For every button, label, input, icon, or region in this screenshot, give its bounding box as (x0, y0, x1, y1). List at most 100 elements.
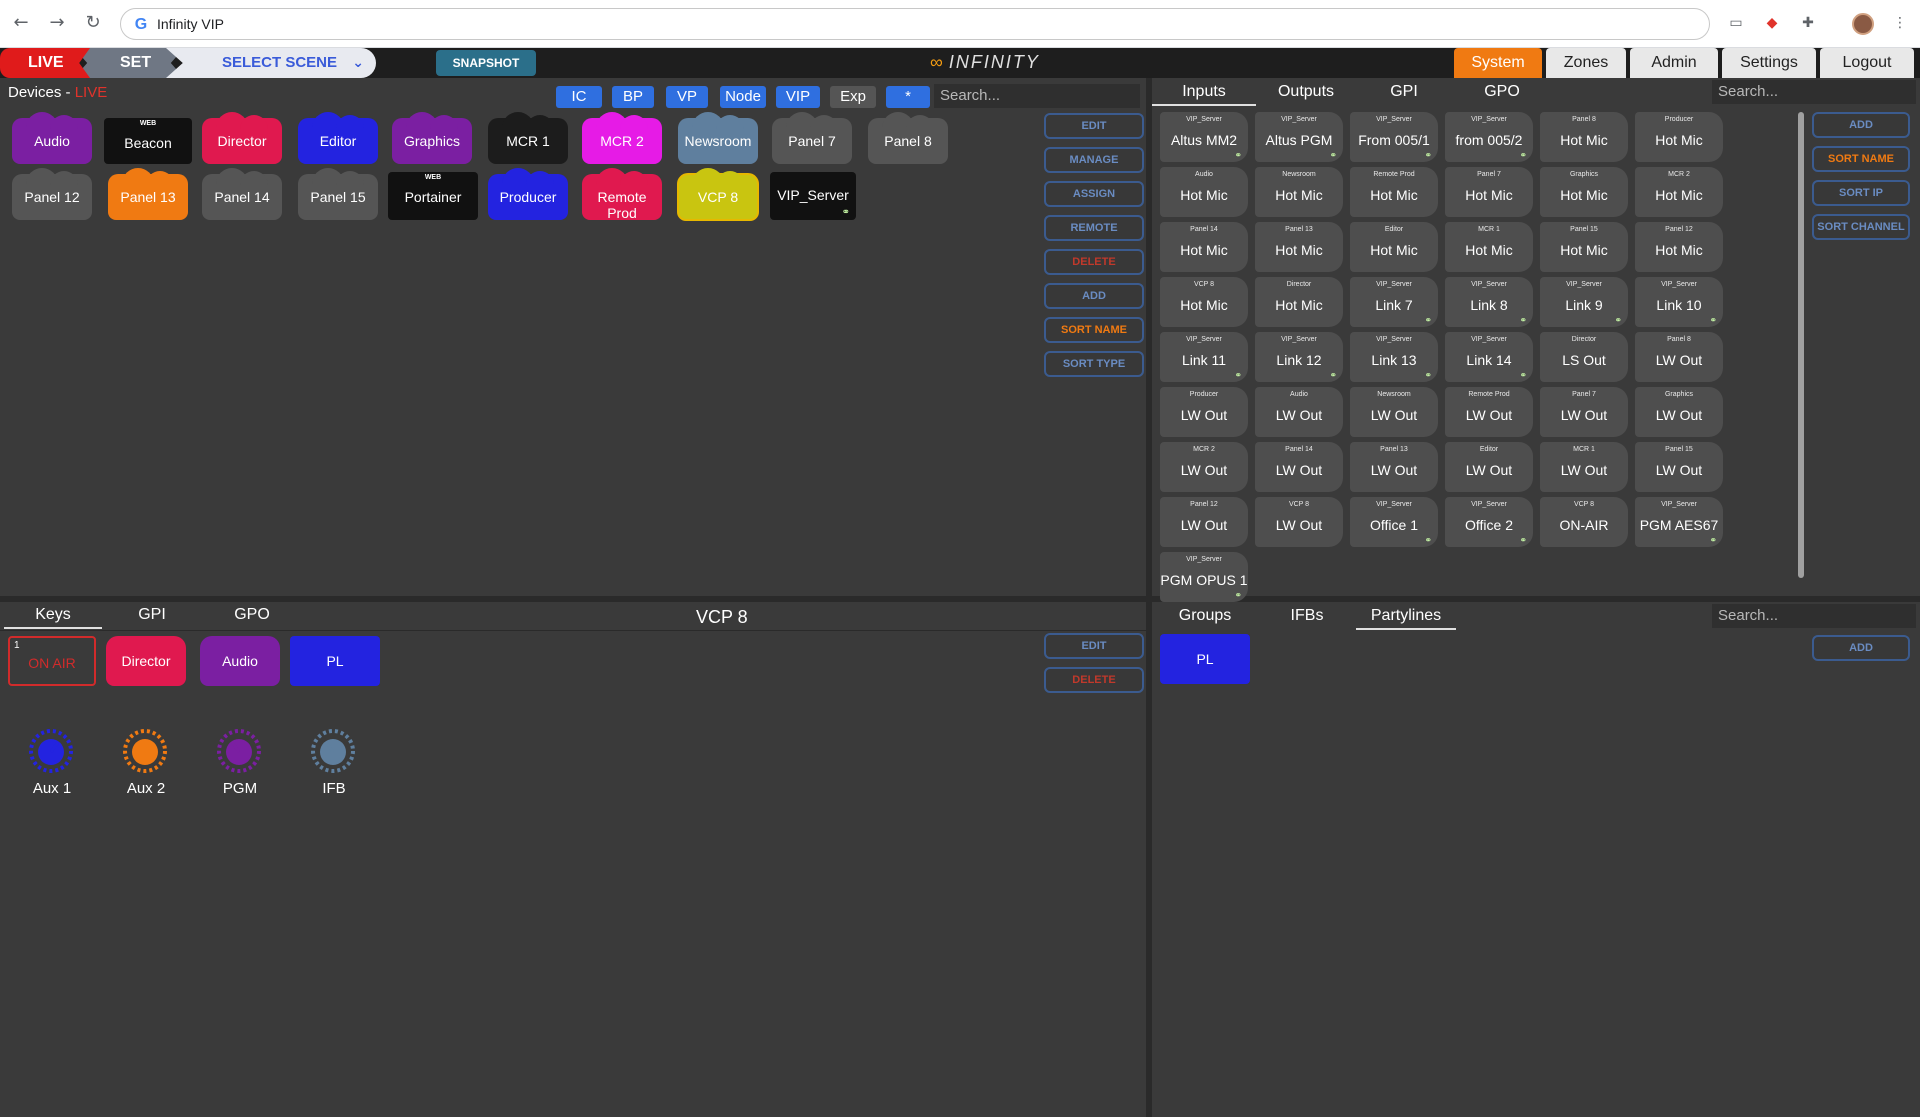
io-item[interactable]: Panel 12 Hot Mic (1635, 222, 1723, 272)
device-panel-15[interactable]: Panel 15 (298, 168, 378, 220)
manage-button[interactable]: MANAGE (1044, 147, 1144, 173)
filter-all[interactable]: * (886, 86, 930, 108)
io-item[interactable]: Remote Prod LW Out (1445, 387, 1533, 437)
tab-gpo[interactable]: GPO (1452, 80, 1552, 106)
io-item[interactable]: Panel 14 Hot Mic (1160, 222, 1248, 272)
device-director[interactable]: Director (202, 112, 282, 164)
device-audio[interactable]: Audio (12, 112, 92, 164)
device-panel-14[interactable]: Panel 14 (202, 168, 282, 220)
device-producer[interactable]: Producer (488, 168, 568, 220)
tab-outputs[interactable]: Outputs (1256, 80, 1356, 106)
snapshot-button[interactable]: SNAPSHOT (436, 50, 536, 76)
add-button[interactable]: ADD (1044, 283, 1144, 309)
tab-partylines[interactable]: Partylines (1356, 604, 1456, 630)
delete-button[interactable]: DELETE (1044, 249, 1144, 275)
io-item[interactable]: VIP_Server Link 9 ⚭ (1540, 277, 1628, 327)
device-vip-server[interactable]: VIP_Server ⚭ (770, 172, 856, 220)
tab-logout[interactable]: Logout (1820, 48, 1914, 78)
partyline-pl[interactable]: PL (1160, 634, 1250, 684)
io-item[interactable]: Panel 7 Hot Mic (1445, 167, 1533, 217)
device-panel-7[interactable]: Panel 7 (772, 112, 852, 164)
io-item[interactable]: VIP_Server PGM AES67 ⚭ (1635, 497, 1723, 547)
groups-search-input[interactable]: Search... (1712, 604, 1916, 628)
io-item[interactable]: VIP_Server Link 13 ⚭ (1350, 332, 1438, 382)
tab-keys-gpo[interactable]: GPO (202, 603, 302, 629)
sort-name-button[interactable]: SORT NAME (1044, 317, 1144, 343)
tab-settings[interactable]: Settings (1722, 48, 1816, 78)
io-item[interactable]: VIP_Server from 005/2 ⚭ (1445, 112, 1533, 162)
select-scene-dropdown[interactable]: SELECT SCENE ⌄ (166, 48, 376, 78)
io-item[interactable]: Editor Hot Mic (1350, 222, 1438, 272)
io-item[interactable]: VIP_Server Office 1 ⚭ (1350, 497, 1438, 547)
filter-bp[interactable]: BP (612, 86, 654, 108)
key-director[interactable]: Director (106, 636, 186, 686)
filter-vip[interactable]: VIP (776, 86, 820, 108)
menu-icon[interactable]: ⋮ (1890, 13, 1910, 33)
io-item[interactable]: Director Hot Mic (1255, 277, 1343, 327)
key-pl[interactable]: PL (290, 636, 380, 686)
horizontal-divider[interactable] (0, 596, 1146, 602)
scrollbar[interactable] (1798, 112, 1804, 578)
remote-button[interactable]: REMOTE (1044, 215, 1144, 241)
io-add-button[interactable]: ADD (1812, 112, 1910, 138)
device-panel-8[interactable]: Panel 8 (868, 112, 948, 164)
back-icon[interactable]: ← (10, 12, 32, 34)
io-item[interactable]: Producer LW Out (1160, 387, 1248, 437)
knob-pgm[interactable] (216, 728, 262, 774)
knob-ifb[interactable] (310, 728, 356, 774)
knob-aux-1[interactable] (28, 728, 74, 774)
device-newsroom[interactable]: Newsroom (678, 112, 758, 164)
device-remote-prod[interactable]: Remote Prod (582, 168, 662, 221)
io-item[interactable]: Panel 13 Hot Mic (1255, 222, 1343, 272)
io-item[interactable]: Audio Hot Mic (1160, 167, 1248, 217)
forward-icon[interactable]: → (46, 12, 68, 34)
device-mcr-2[interactable]: MCR 2 (582, 112, 662, 164)
address-bar[interactable]: G Infinity VIP (120, 8, 1710, 40)
avatar[interactable] (1852, 13, 1874, 35)
io-item[interactable]: Audio LW Out (1255, 387, 1343, 437)
keys-edit-button[interactable]: EDIT (1044, 633, 1144, 659)
io-item[interactable]: Panel 12 LW Out (1160, 497, 1248, 547)
io-item[interactable]: MCR 2 Hot Mic (1635, 167, 1723, 217)
filter-exp[interactable]: Exp (830, 86, 876, 108)
extension-icon[interactable]: ◆ (1762, 13, 1782, 33)
io-item[interactable]: Editor LW Out (1445, 442, 1533, 492)
tab-system[interactable]: System (1454, 48, 1542, 78)
puzzle-icon[interactable]: ✚ (1798, 13, 1818, 33)
io-item[interactable]: VCP 8 Hot Mic (1160, 277, 1248, 327)
io-item[interactable]: VIP_Server Link 7 ⚭ (1350, 277, 1438, 327)
io-item[interactable]: Director LS Out (1540, 332, 1628, 382)
io-item[interactable]: Panel 8 Hot Mic (1540, 112, 1628, 162)
io-item[interactable]: Newsroom LW Out (1350, 387, 1438, 437)
tab-keys-gpi[interactable]: GPI (102, 603, 202, 629)
filter-ic[interactable]: IC (556, 86, 602, 108)
io-item[interactable]: VIP_Server Office 2 ⚭ (1445, 497, 1533, 547)
sort-type-button[interactable]: SORT TYPE (1044, 351, 1144, 377)
device-portainer[interactable]: WEB Portainer (388, 172, 478, 220)
io-item[interactable]: Graphics Hot Mic (1540, 167, 1628, 217)
io-item[interactable]: VCP 8 LW Out (1255, 497, 1343, 547)
device-mcr-1[interactable]: MCR 1 (488, 112, 568, 164)
io-sort-name-button[interactable]: SORT NAME (1812, 146, 1910, 172)
io-item[interactable]: Newsroom Hot Mic (1255, 167, 1343, 217)
io-item[interactable]: Panel 15 Hot Mic (1540, 222, 1628, 272)
io-item[interactable]: Panel 14 LW Out (1255, 442, 1343, 492)
devices-search-input[interactable]: Search... (934, 84, 1140, 108)
device-graphics[interactable]: Graphics (392, 112, 472, 164)
tab-gpi[interactable]: GPI (1356, 80, 1452, 106)
tab-keys[interactable]: Keys (4, 603, 102, 629)
keys-delete-button[interactable]: DELETE (1044, 667, 1144, 693)
io-item[interactable]: VCP 8 ON-AIR (1540, 497, 1628, 547)
assign-button[interactable]: ASSIGN (1044, 181, 1144, 207)
io-item[interactable]: VIP_Server From 005/1 ⚭ (1350, 112, 1438, 162)
io-item[interactable]: MCR 1 LW Out (1540, 442, 1628, 492)
io-item[interactable]: MCR 2 LW Out (1160, 442, 1248, 492)
cast-icon[interactable]: ▭ (1726, 13, 1746, 33)
io-item[interactable]: VIP_Server Altus PGM ⚭ (1255, 112, 1343, 162)
io-item[interactable]: Panel 8 LW Out (1635, 332, 1723, 382)
device-beacon[interactable]: WEB Beacon (104, 118, 192, 164)
io-item[interactable]: Producer Hot Mic (1635, 112, 1723, 162)
edit-button[interactable]: EDIT (1044, 113, 1144, 139)
io-item[interactable]: VIP_Server Link 12 ⚭ (1255, 332, 1343, 382)
io-sort-channel-button[interactable]: SORT CHANNEL (1812, 214, 1910, 240)
